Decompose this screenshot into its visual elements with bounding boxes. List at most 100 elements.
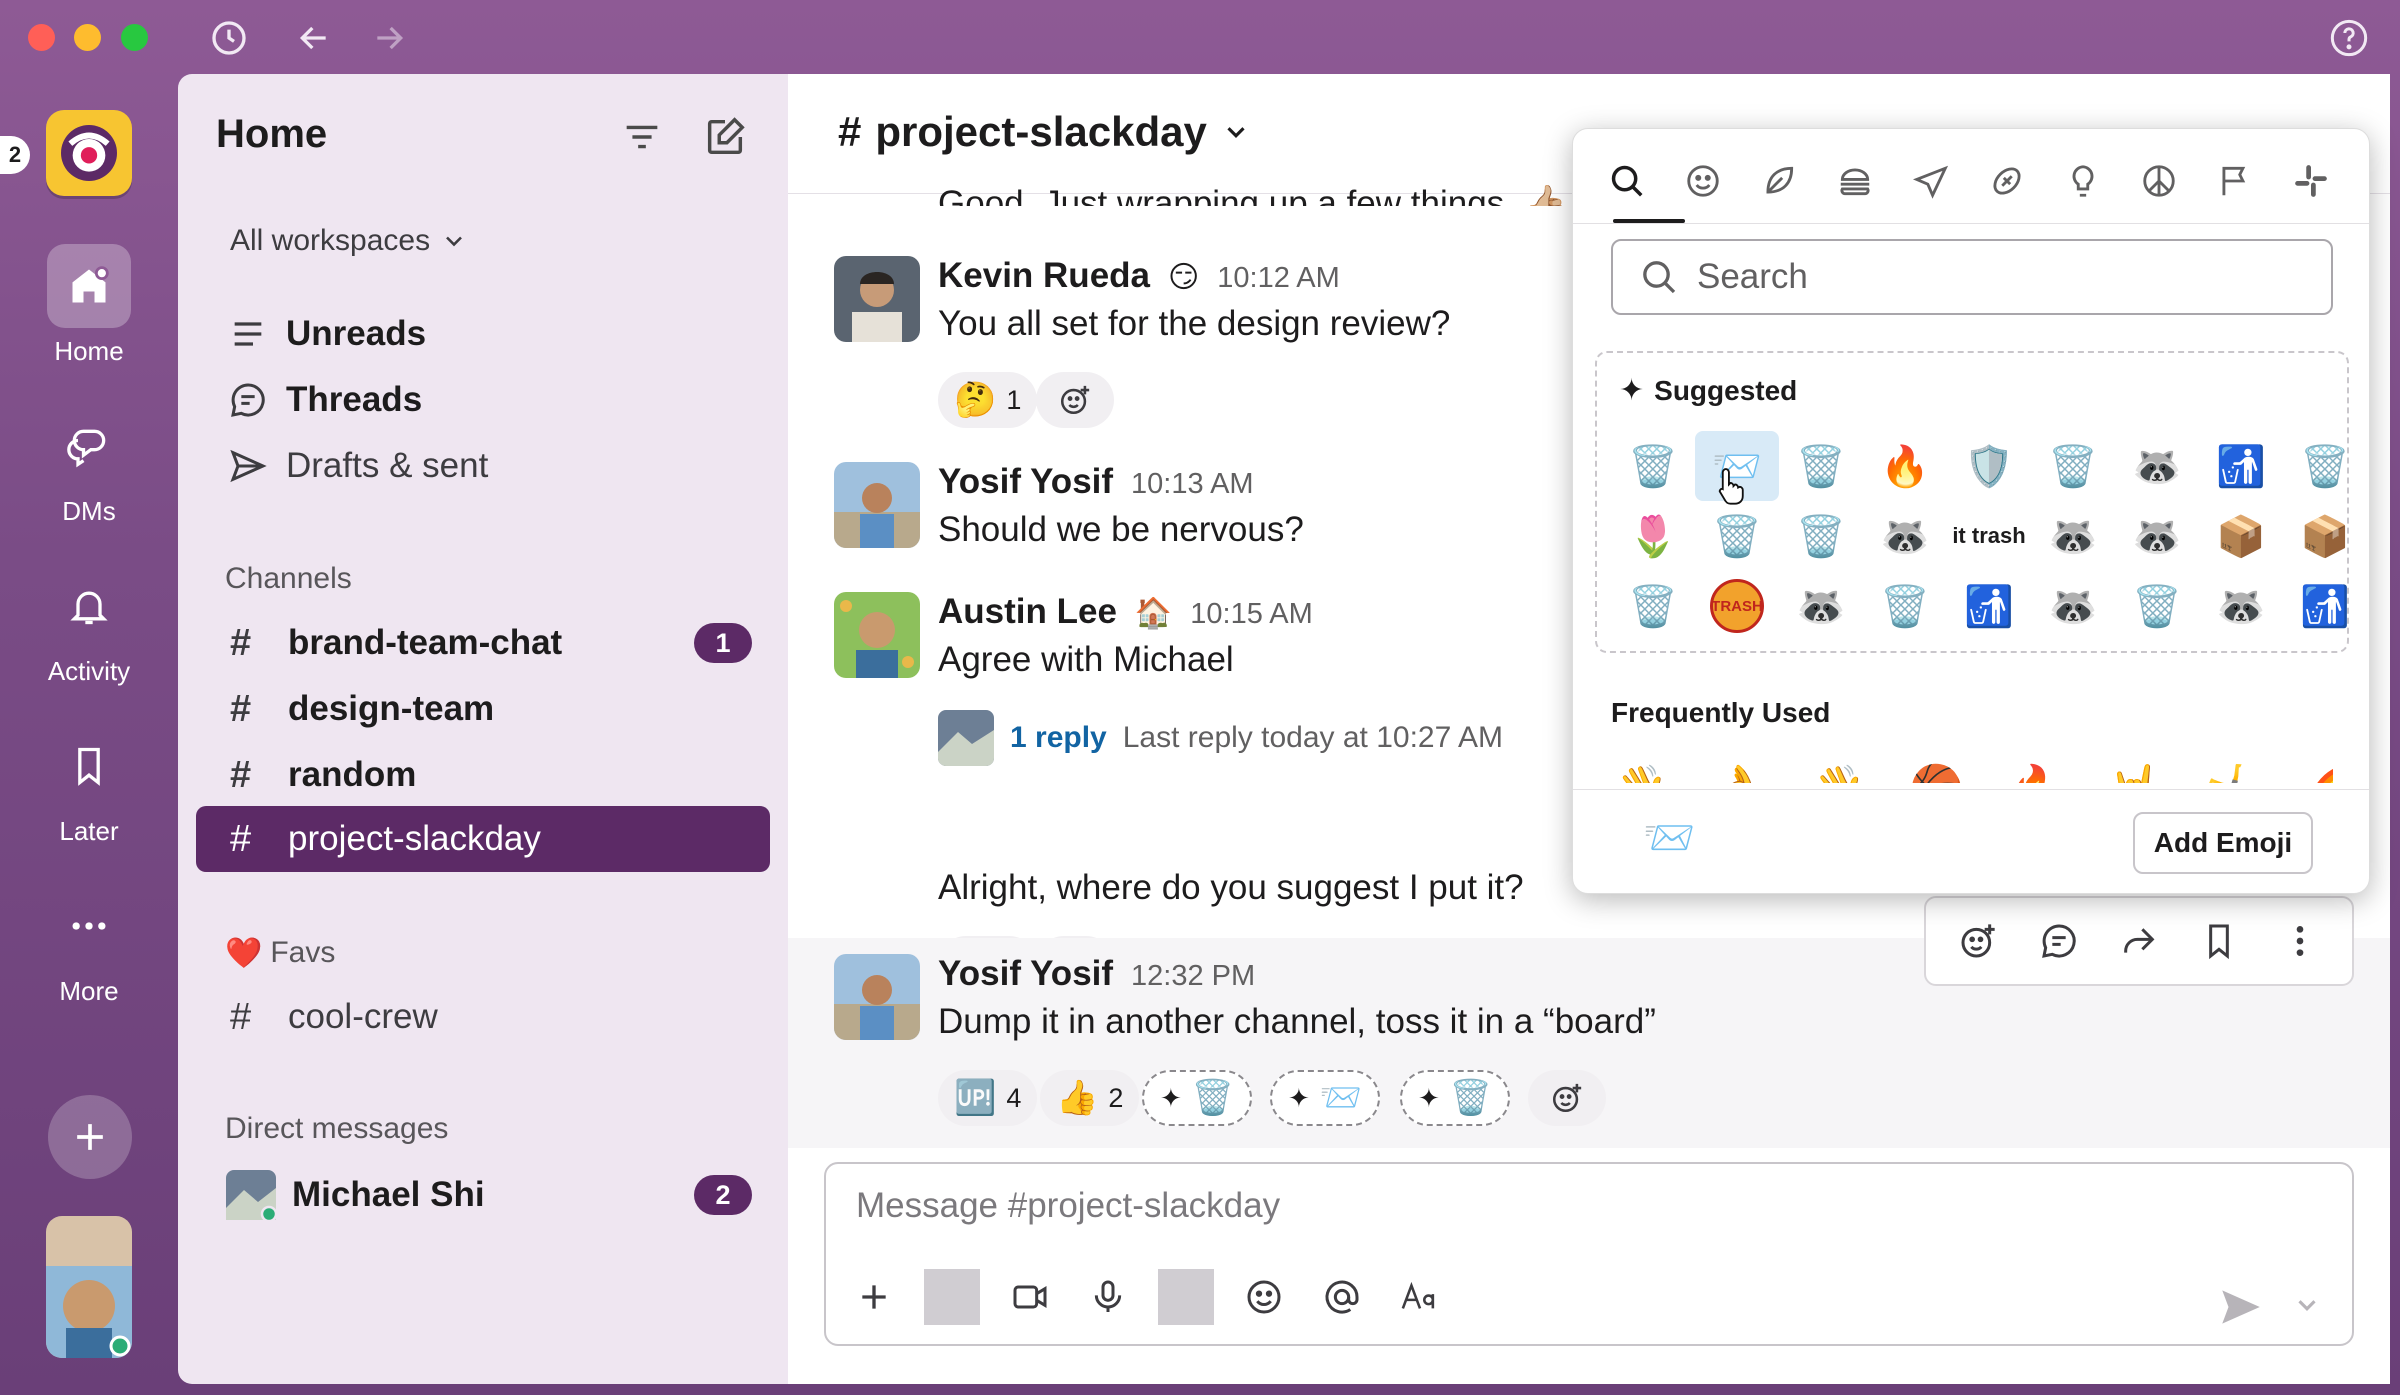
emoji-option[interactable]: 🗑️ <box>1779 501 1863 571</box>
thread-summary[interactable]: 1 reply Last reply today at 10:27 AM <box>938 710 1503 766</box>
rail-later[interactable]: Later <box>20 724 158 847</box>
activity-category-icon[interactable] <box>1983 157 2031 205</box>
message-author[interactable]: Kevin Rueda <box>938 256 1150 296</box>
emoji-option[interactable]: 🏀 <box>1909 749 1964 783</box>
add-reaction-icon[interactable] <box>1951 914 2005 968</box>
search-icon[interactable] <box>1603 157 1651 205</box>
favs-header[interactable]: ❤️ Favs <box>225 936 335 971</box>
nav-unreads[interactable]: Unreads <box>228 306 426 362</box>
channel-project-slackday[interactable]: # project-slackday <box>196 806 770 872</box>
emoji-option[interactable]: 🗑️ <box>1695 501 1779 571</box>
mention-icon[interactable] <box>1314 1269 1370 1325</box>
emoji-option[interactable]: 🤸 <box>2206 749 2261 783</box>
emoji-option[interactable]: 🌈 <box>2305 749 2333 783</box>
channel-brand-team-chat[interactable]: # brand-team-chat 1 <box>196 610 770 676</box>
emoji-option[interactable]: 🛡️ <box>1947 431 2031 501</box>
message-composer[interactable]: Message #project-slackday <box>824 1162 2354 1346</box>
video-icon[interactable] <box>1002 1269 1058 1325</box>
reaction-pill[interactable]: 👍 2 <box>1040 1070 1140 1126</box>
emoji-option[interactable]: 🗑️ <box>2115 571 2199 641</box>
emoji-option[interactable]: 🗑️ <box>1779 431 1863 501</box>
emoji-option[interactable]: 🗑️ <box>1611 571 1695 641</box>
message-timestamp[interactable]: 10:12 AM <box>1217 262 1340 295</box>
bookmark-icon[interactable] <box>2192 914 2246 968</box>
rail-activity[interactable]: Activity <box>20 564 158 687</box>
rail-home[interactable]: Home <box>20 244 158 367</box>
emoji-option[interactable]: 🦝 <box>2031 501 2115 571</box>
channels-header[interactable]: Channels <box>225 562 352 596</box>
emoji-option[interactable]: 🦝 <box>2199 571 2283 641</box>
add-emoji-button[interactable]: Add Emoji <box>2133 812 2313 874</box>
emoji-option[interactable]: it trash <box>1947 501 2031 571</box>
objects-category-icon[interactable] <box>2059 157 2107 205</box>
food-category-icon[interactable] <box>1831 157 1879 205</box>
emoji-option[interactable]: 🚮 <box>2283 571 2367 641</box>
emoji-icon[interactable] <box>1236 1269 1292 1325</box>
formatting-icon[interactable] <box>1392 1269 1448 1325</box>
emoji-option[interactable]: 🔥 <box>1863 431 1947 501</box>
emoji-option[interactable]: 🦝 <box>2115 431 2199 501</box>
nav-threads[interactable]: Threads <box>228 372 422 428</box>
channel-design-team[interactable]: # design-team <box>196 676 770 742</box>
user-avatar[interactable] <box>46 1216 132 1358</box>
emoji-option[interactable]: 🚮 <box>1947 571 2031 641</box>
emoji-option[interactable]: 📦 <box>2283 501 2367 571</box>
emoji-option[interactable]: 👌 <box>1712 749 1767 783</box>
emoji-option[interactable]: 🦝 <box>2115 501 2199 571</box>
rail-dms[interactable]: DMs <box>20 404 158 527</box>
travel-category-icon[interactable] <box>1907 157 1955 205</box>
emoji-option[interactable]: 🚮 <box>2199 431 2283 501</box>
slack-category-icon[interactable] <box>2287 157 2335 205</box>
back-arrow-icon[interactable] <box>290 14 338 62</box>
emoji-option[interactable]: TRASH <box>1695 571 1779 641</box>
more-actions-icon[interactable] <box>2273 914 2327 968</box>
emoji-search-input[interactable]: Search <box>1611 239 2333 315</box>
emoji-option[interactable]: 🗑️ <box>1611 431 1695 501</box>
forward-arrow-icon[interactable] <box>365 14 413 62</box>
symbols-category-icon[interactable] <box>2135 157 2183 205</box>
message-author[interactable]: Austin Lee <box>938 592 1117 632</box>
channel-random[interactable]: # random <box>196 742 770 808</box>
suggested-reaction-pill[interactable]: ✦ 📨 <box>1270 1070 1381 1126</box>
emoji-option[interactable]: 👋 <box>1811 749 1866 783</box>
nav-drafts-sent[interactable]: Drafts & sent <box>228 438 488 494</box>
emoji-option[interactable]: 👋 <box>1613 749 1668 783</box>
smileys-category-icon[interactable] <box>1679 157 1727 205</box>
message-timestamp[interactable]: 12:32 PM <box>1131 960 1255 993</box>
history-icon[interactable] <box>205 14 253 62</box>
suggested-reaction-pill[interactable]: ✦ 🗑️ <box>1400 1070 1511 1126</box>
composer-input[interactable]: Message #project-slackday <box>856 1186 1280 1226</box>
emoji-option[interactable]: 🌷 <box>1611 501 1695 571</box>
close-window-button[interactable] <box>28 24 55 51</box>
microphone-icon[interactable] <box>1080 1269 1136 1325</box>
channel-cool-crew[interactable]: # cool-crew <box>196 984 770 1050</box>
add-reaction-button[interactable] <box>1036 372 1114 428</box>
plus-icon[interactable] <box>846 1269 902 1325</box>
emoji-option[interactable]: 🤘 <box>2107 749 2162 783</box>
chevron-down-icon[interactable] <box>2292 1290 2322 1320</box>
compose-icon[interactable] <box>702 114 748 160</box>
reaction-pill[interactable]: 🤔 1 <box>938 372 1038 428</box>
filter-icon[interactable] <box>619 114 665 160</box>
send-icon[interactable] <box>2216 1282 2266 1332</box>
message-author[interactable]: Yosif Yosif <box>938 954 1113 994</box>
emoji-option[interactable]: 🦝 <box>1863 501 1947 571</box>
flags-category-icon[interactable] <box>2211 157 2259 205</box>
emoji-option[interactable]: 🦝 <box>2031 571 2115 641</box>
workspace-switcher[interactable]: All workspaces <box>230 224 468 258</box>
message-author[interactable]: Yosif Yosif <box>938 462 1113 502</box>
dm-michael-shi[interactable]: Michael Shi 2 <box>196 1162 770 1228</box>
avatar[interactable] <box>834 462 920 548</box>
direct-messages-header[interactable]: Direct messages <box>225 1112 448 1146</box>
thread-reply-link[interactable]: 1 reply <box>1010 721 1107 755</box>
avatar[interactable] <box>834 954 920 1040</box>
help-icon[interactable] <box>2325 14 2373 62</box>
avatar[interactable] <box>834 592 920 678</box>
reaction-pill[interactable]: 🆙 4 <box>938 1070 1038 1126</box>
emoji-option[interactable]: 🦝 <box>1779 571 1863 641</box>
share-icon[interactable] <box>2112 914 2166 968</box>
emoji-option[interactable]: 🗑️ <box>2031 431 2115 501</box>
channel-title-button[interactable]: # project-slackday <box>838 108 1251 156</box>
message-timestamp[interactable]: 10:13 AM <box>1131 468 1254 501</box>
minimize-window-button[interactable] <box>74 24 101 51</box>
